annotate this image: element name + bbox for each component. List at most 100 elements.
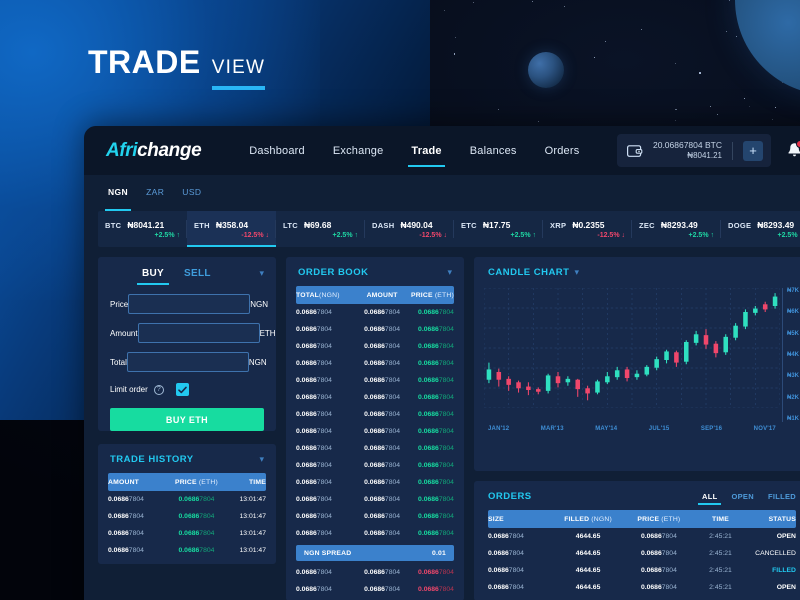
ticker-item-xrp[interactable]: XRP ₦0.2355 -12.5% ↓: [543, 211, 632, 247]
ticker-item-etc[interactable]: ETC ₦17.75 +2.5% ↑: [454, 211, 543, 247]
cell-amount: 0.06867804: [364, 569, 401, 576]
col-price: PRICE (ETH): [174, 478, 218, 486]
spread-row: NGN SPREAD 0.01: [296, 545, 454, 561]
status-badge: FILLED: [772, 567, 796, 574]
currency-tab-zar[interactable]: ZAR: [146, 187, 164, 205]
order-book-row[interactable]: 0.06867804 0.06867804 0.06867804: [296, 304, 454, 321]
cell-price: 0.06867804: [178, 530, 215, 537]
order-book-row[interactable]: 0.06867804 0.06867804 0.06867804: [296, 474, 454, 491]
order-book-row[interactable]: 0.06867804 0.06867804 0.06867804: [296, 525, 454, 542]
cell-amount: 0.06867804: [364, 513, 401, 520]
wallet-btc-amount: 20.06867804 BTC: [653, 140, 722, 151]
nav-link-trade[interactable]: Trade: [408, 126, 446, 175]
cell-price: 0.06867804: [178, 547, 215, 554]
ticker-item-dash[interactable]: DASH ₦490.04 -12.5% ↓: [365, 211, 454, 247]
chart-plot-area: ₦7K ₦6K ₦5K ₦4K ₦3K ₦2K ₦1K: [483, 287, 800, 422]
order-book-row[interactable]: 0.06867804 0.06867804 0.06867804: [296, 581, 454, 598]
question-icon[interactable]: ?: [153, 384, 164, 395]
cell-total: 0.06867804: [296, 569, 332, 576]
nav-link-dashboard[interactable]: Dashboard: [249, 126, 305, 175]
order-book-row[interactable]: 0.06867804 0.06867804 0.06867804: [296, 372, 454, 389]
limit-order-checkbox[interactable]: [175, 383, 189, 396]
ticker-price: ₦490.04: [400, 219, 433, 230]
order-book-row[interactable]: 0.06867804 0.06867804 0.06867804: [296, 338, 454, 355]
order-book-row[interactable]: 0.06867804 0.06867804 0.06867804: [296, 564, 454, 581]
table-row[interactable]: 0.068678040.0686780413:01:47: [108, 508, 266, 525]
notifications-button[interactable]: [787, 140, 800, 159]
orders-filter-tabs: ALL OPEN FILLED: [697, 492, 796, 505]
order-book-row[interactable]: 0.06867804 0.06867804 0.06867804: [296, 355, 454, 372]
nav-link-orders[interactable]: Orders: [545, 126, 580, 175]
nav-links: Dashboard Exchange Trade Balances Orders: [249, 126, 579, 175]
cell-filled: 4644.65: [575, 533, 601, 540]
cell-total: 0.06867804: [296, 343, 332, 350]
ticker-item-eth[interactable]: ETH ₦358.04 -12.5% ↓: [187, 211, 276, 247]
app-window: Africhange Dashboard Exchange Trade Balance…: [84, 126, 800, 600]
cell-price: 0.06867804: [418, 377, 454, 384]
cell-size: 0.06867804: [488, 550, 524, 557]
cell-price: 0.06867804: [418, 569, 454, 576]
total-input[interactable]: [126, 352, 249, 372]
order-book-row[interactable]: 0.06867804 0.06867804 0.06867804: [296, 457, 454, 474]
ticker-price: ₦0.2355: [572, 219, 605, 230]
ticker-item-btc[interactable]: BTC ₦8041.21 +2.5% ↑: [98, 211, 187, 247]
amount-input[interactable]: [137, 323, 260, 343]
order-form-fields: Price NGN Amount ETH Total NGN: [98, 294, 276, 372]
ticker-item-doge[interactable]: DOGE ₦8293.49+2.5% ↑: [721, 211, 800, 247]
order-book-row[interactable]: 0.06867804 0.06867804 0.06867804: [296, 389, 454, 406]
order-book-row[interactable]: 0.06867804 0.06867804 0.06867804: [296, 491, 454, 508]
order-book-row[interactable]: 0.06867804 0.06867804 0.06867804: [296, 423, 454, 440]
cell-time: 13:01:47: [239, 496, 266, 503]
candle-chart-title: CANDLE CHART: [488, 267, 570, 278]
chevron-down-icon[interactable]: ▾: [574, 267, 579, 278]
table-row[interactable]: 0.068678040.0686780413:01:47: [108, 491, 266, 508]
trade-tab-buy[interactable]: BUY: [136, 268, 170, 285]
cell-price: 0.06867804: [418, 530, 454, 537]
cell-price: 0.06867804: [640, 584, 677, 591]
ticker-item-ltc[interactable]: LTC ₦69.68 +2.5% ↑: [276, 211, 365, 247]
currency-tab-ngn[interactable]: NGN: [104, 187, 132, 211]
table-row[interactable]: 0.068678040.0686780413:01:47: [108, 525, 266, 542]
submit-order-button[interactable]: BUY ETH: [110, 408, 264, 431]
table-row[interactable]: 0.068678040.0686780413:01:47: [108, 559, 266, 564]
col-size: SIZE: [488, 515, 504, 523]
table-row[interactable]: 0.06867804 4644.65 0.06867804 2:45:21 CANCEL…: [488, 545, 796, 562]
currency-tab-usd[interactable]: USD: [182, 187, 201, 205]
poster-title-main: TRADE: [88, 44, 201, 80]
table-row[interactable]: 0.068678044644.650.068678042:45:21OPEN: [488, 528, 796, 545]
order-book-row[interactable]: 0.06867804 0.06867804 0.06867804: [296, 321, 454, 338]
order-book-row[interactable]: 0.06867804 0.06867804 0.06867804: [296, 440, 454, 457]
orders-tab-open[interactable]: OPEN: [731, 492, 753, 501]
table-row[interactable]: 0.06867804 4644.65 0.06867804 2:45:21 FILLED: [488, 562, 796, 579]
table-row[interactable]: 0.068678040.0686780413:01:47: [108, 542, 266, 559]
price-input[interactable]: [128, 294, 251, 314]
ticker-price: ₦8041.21: [127, 219, 165, 230]
chevron-down-icon[interactable]: ▾: [259, 268, 264, 285]
app-logo[interactable]: Africhange: [106, 140, 202, 162]
chevron-down-icon[interactable]: ▾: [447, 267, 452, 278]
add-funds-button[interactable]: +: [743, 140, 763, 161]
field-label-amount: Amount: [110, 328, 138, 338]
cell-amount: 0.06867804: [364, 394, 401, 401]
trade-tab-sell[interactable]: SELL: [184, 268, 211, 285]
ticker-change: -12.5% ↓: [241, 231, 269, 239]
chevron-down-icon[interactable]: ▾: [259, 454, 264, 465]
cell-price: 0.06867804: [418, 479, 454, 486]
cell-price: 0.06867804: [640, 533, 677, 540]
nav-link-balances[interactable]: Balances: [470, 126, 517, 175]
nav-link-exchange[interactable]: Exchange: [333, 126, 384, 175]
cell-amount: 0.06867804: [364, 586, 401, 593]
order-book-row[interactable]: 0.06867804 0.06867804 0.06867804: [296, 406, 454, 423]
left-column: BUY SELL ▾ Price NGN Amount ETH Total NGN Limit…: [98, 257, 276, 600]
table-row[interactable]: 0.068678044644.650.068678042:45:21OPEN: [488, 596, 796, 600]
ticker-symbol: ETH: [194, 220, 210, 230]
cell-total: 0.06867804: [296, 530, 332, 537]
orders-tab-all[interactable]: ALL: [697, 492, 723, 505]
orders-table-header: SIZE FILLED (NGN) PRICE (ETH) TIME STATU…: [488, 510, 796, 528]
ticker-item-zec[interactable]: ZEC ₦8293.49 +2.5% ↑: [632, 211, 721, 247]
wallet-widget[interactable]: 20.06867804 BTC ₦8041.21 +: [616, 134, 771, 167]
orders-tab-filled[interactable]: FILLED: [768, 492, 796, 501]
order-book-row[interactable]: 0.06867804 0.06867804 0.06867804: [296, 508, 454, 525]
cell-total: 0.06867804: [296, 462, 332, 469]
table-row[interactable]: 0.068678044644.650.068678042:45:21OPEN: [488, 579, 796, 596]
